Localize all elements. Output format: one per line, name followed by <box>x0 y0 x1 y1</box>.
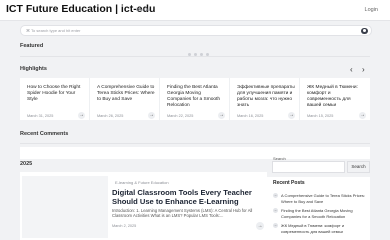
divider <box>20 143 370 144</box>
divider <box>20 56 370 57</box>
site-header: ICT Future Education | ict-edu ict-edu L… <box>0 0 390 21</box>
arrow-right-icon[interactable]: → <box>288 112 295 119</box>
highlights-cards: How to Choose the Right Spider Hoodie fo… <box>20 78 370 120</box>
recent-post-item[interactable]: → ЖК Медный в Тюмени: комфорт и современ… <box>273 223 369 234</box>
arrow-right-icon[interactable]: → <box>78 112 85 119</box>
highlight-card[interactable]: Эффективные препараты для улучшения памя… <box>230 78 300 120</box>
highlight-card[interactable]: A Comprehensive Guide to Terea Sticks Pr… <box>90 78 160 120</box>
post-excerpt: Introduction: 1. Learning Management Sys… <box>112 208 253 218</box>
featured-title: Featured <box>20 43 44 49</box>
recent-post-link[interactable]: A Comprehensive Guide to Terea Sticks Pr… <box>281 193 369 204</box>
card-title[interactable]: A Comprehensive Guide to Terea Sticks Pr… <box>97 85 155 103</box>
card-date: March 16, 2025 <box>237 114 264 118</box>
arrow-right-icon: → <box>273 223 278 228</box>
arrow-right-icon: → <box>273 193 278 198</box>
site-title[interactable]: ICT Future Education | ict-edu <box>6 3 155 15</box>
login-link[interactable]: Login <box>365 7 378 13</box>
card-date: March 22, 2025 <box>167 114 194 118</box>
recent-posts-title: Recent Posts <box>273 180 305 186</box>
post-title[interactable]: Digital Classroom Tools Every Teacher Sh… <box>112 188 262 206</box>
recent-post-link[interactable]: Finding the Best Atlanta Georgia Moving … <box>281 208 369 219</box>
card-title[interactable]: How to Choose the Right Spider Hoodie fo… <box>27 85 85 103</box>
highlight-card[interactable]: Finding the Best Atlanta Georgia Moving … <box>160 78 230 120</box>
sidebar-search-input[interactable] <box>272 161 345 173</box>
highlight-card[interactable]: How to Choose the Right Spider Hoodie fo… <box>20 78 90 120</box>
recent-posts-widget: Recent Posts → A Comprehensive Guide to … <box>265 177 370 240</box>
theme-toggle[interactable] <box>361 27 368 34</box>
site-tagline: ict-edu <box>136 7 150 12</box>
post-card[interactable]: E-learning & Future Education Digital Cl… <box>20 172 267 240</box>
search-placeholder: ⌘ To search type and hit enter <box>26 28 81 33</box>
recent-posts-list: → A Comprehensive Guide to Terea Sticks … <box>273 193 369 238</box>
arrow-right-icon[interactable]: → <box>148 112 155 119</box>
search-bar[interactable]: ⌘ To search type and hit enter <box>20 25 372 36</box>
card-title[interactable]: ЖК Медный в Тюмени: комфорт и современно… <box>307 85 365 109</box>
highlights-title: Highlights <box>20 66 47 72</box>
post-thumbnail[interactable] <box>22 176 108 238</box>
arrow-right-icon[interactable]: → <box>359 112 366 119</box>
post-date: March 2, 2025 <box>112 224 137 228</box>
recent-post-item[interactable]: → Finding the Best Atlanta Georgia Movin… <box>273 208 369 219</box>
post-category[interactable]: E-learning & Future Education <box>115 180 169 185</box>
card-title[interactable]: Эффективные препараты для улучшения памя… <box>237 85 295 109</box>
card-date: March 15, 2025 <box>307 114 334 118</box>
card-date: March 31, 2025 <box>27 114 54 118</box>
card-title[interactable]: Finding the Best Atlanta Georgia Moving … <box>167 85 225 109</box>
card-date: March 26, 2025 <box>97 114 124 118</box>
recent-post-link[interactable]: ЖК Медный в Тюмени: комфорт и современно… <box>281 223 369 234</box>
featured-carousel-dots[interactable] <box>188 43 212 61</box>
chevron-right-icon[interactable]: › <box>362 65 365 74</box>
arrow-right-icon: → <box>273 208 278 213</box>
chevron-left-icon[interactable]: ‹ <box>350 65 353 74</box>
highlight-card[interactable]: ЖК Медный в Тюмени: комфорт и современно… <box>300 78 370 120</box>
year-label: 2025 <box>20 161 33 167</box>
recent-comments-title: Recent Comments <box>20 131 69 137</box>
arrow-right-icon[interactable]: → <box>218 112 225 119</box>
arrow-right-icon[interactable]: → <box>256 222 264 230</box>
year-section: 2025 <box>20 147 370 167</box>
recent-post-item[interactable]: → A Comprehensive Guide to Terea Sticks … <box>273 193 369 204</box>
sidebar-search-button[interactable]: Search <box>347 161 370 173</box>
